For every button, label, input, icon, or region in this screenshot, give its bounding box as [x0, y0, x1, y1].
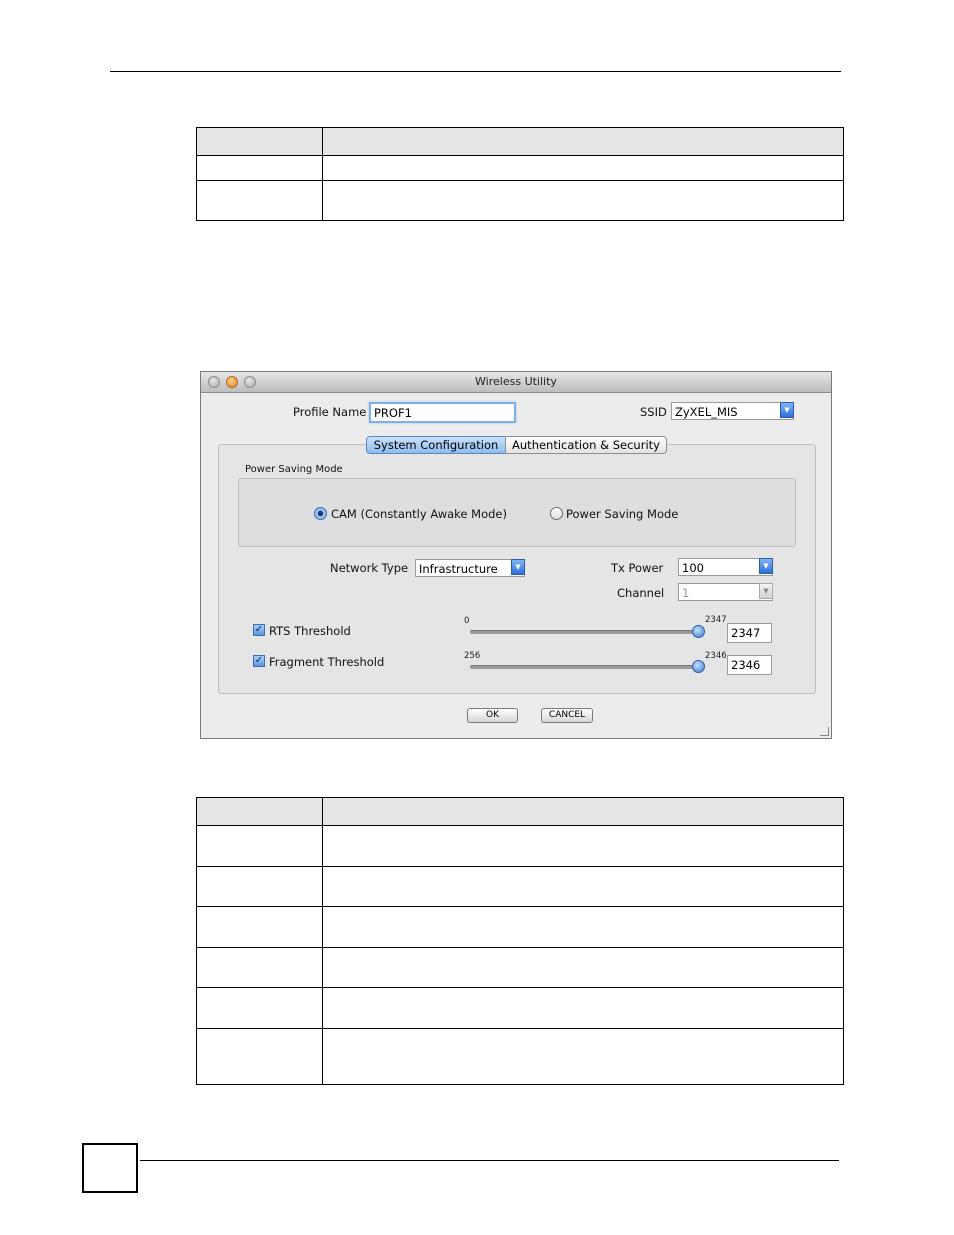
doc-table-top	[196, 127, 844, 221]
power-saving-mode-radio[interactable]	[550, 507, 563, 520]
chevron-down-icon: ▼	[759, 558, 773, 574]
rts-threshold-checkbox[interactable]: ✓	[253, 624, 265, 636]
tab-system-configuration[interactable]: System Configuration	[366, 436, 506, 454]
table-cell	[196, 180, 323, 221]
rts-slider-track[interactable]	[470, 630, 700, 634]
table-cell	[196, 987, 323, 1029]
network-type-select[interactable]: Infrastructure ▼	[415, 559, 525, 577]
channel-select[interactable]: 1 ▼	[678, 583, 773, 601]
table-cell	[196, 825, 323, 867]
ssid-label: SSID	[640, 405, 667, 419]
fragment-slider-track[interactable]	[470, 665, 700, 669]
resize-grip-icon[interactable]	[820, 727, 829, 736]
table-cell	[322, 127, 844, 156]
power-saving-mode-label: Power Saving Mode	[566, 507, 679, 521]
table-cell	[322, 180, 844, 221]
network-type-label: Network Type	[330, 561, 409, 575]
channel-value: 1	[682, 586, 690, 600]
table-cell	[196, 127, 323, 156]
chevron-down-icon: ▼	[511, 559, 525, 575]
table-cell	[196, 947, 323, 988]
rts-max-label: 2347	[705, 615, 727, 625]
channel-label: Channel	[617, 586, 665, 600]
fragment-threshold-label: Fragment Threshold	[269, 655, 385, 669]
cam-label: CAM (Constantly Awake Mode)	[331, 507, 507, 521]
rts-slider-handle[interactable]	[692, 625, 705, 638]
ssid-select[interactable]: ZyXEL_MIS ▼	[671, 402, 794, 420]
table-cell	[322, 825, 844, 867]
header-rule	[110, 71, 841, 72]
ok-button[interactable]: OK	[467, 708, 518, 723]
wireless-utility-window: Wireless Utility Profile Name PROF1 SSID…	[200, 371, 832, 739]
tx-power-select[interactable]: 100 ▼	[678, 558, 773, 576]
ssid-value: ZyXEL_MIS	[675, 405, 738, 419]
tx-power-label: Tx Power	[611, 561, 664, 575]
table-cell	[322, 1028, 844, 1085]
table-cell	[196, 1028, 323, 1085]
table-cell	[196, 155, 323, 181]
profile-name-input[interactable]: PROF1	[369, 402, 516, 423]
rts-threshold-label: RTS Threshold	[269, 624, 351, 638]
doc-table-bottom	[196, 797, 844, 1085]
fragment-threshold-checkbox[interactable]: ✓	[253, 655, 265, 667]
fragment-threshold-input[interactable]: 2346	[727, 655, 772, 675]
tab-authentication-security[interactable]: Authentication & Security	[505, 436, 667, 454]
power-saving-legend: Power Saving Mode	[245, 464, 343, 475]
window-title: Wireless Utility	[475, 375, 557, 388]
footer-rule	[140, 1160, 839, 1161]
rts-threshold-input[interactable]: 2347	[727, 623, 772, 643]
rts-min-label: 0	[464, 616, 470, 626]
table-cell	[322, 797, 844, 826]
cam-radio[interactable]	[314, 507, 327, 520]
page-number-box	[82, 1143, 138, 1193]
fragment-slider-handle[interactable]	[692, 660, 705, 673]
table-cell	[196, 797, 323, 826]
fragment-max-label: 2346	[705, 651, 727, 661]
table-cell	[322, 866, 844, 907]
table-cell	[322, 155, 844, 181]
table-cell	[322, 947, 844, 988]
cancel-button[interactable]: CANCEL	[541, 708, 593, 723]
profile-name-label: Profile Name	[293, 405, 367, 419]
chevron-down-icon: ▼	[759, 583, 773, 599]
table-cell	[322, 906, 844, 948]
table-cell	[322, 987, 844, 1029]
chevron-down-icon: ▼	[780, 402, 794, 418]
table-cell	[196, 906, 323, 948]
fragment-min-label: 256	[464, 651, 481, 661]
network-type-value: Infrastructure	[419, 562, 498, 576]
table-cell	[196, 866, 323, 907]
tx-power-value: 100	[682, 561, 704, 575]
